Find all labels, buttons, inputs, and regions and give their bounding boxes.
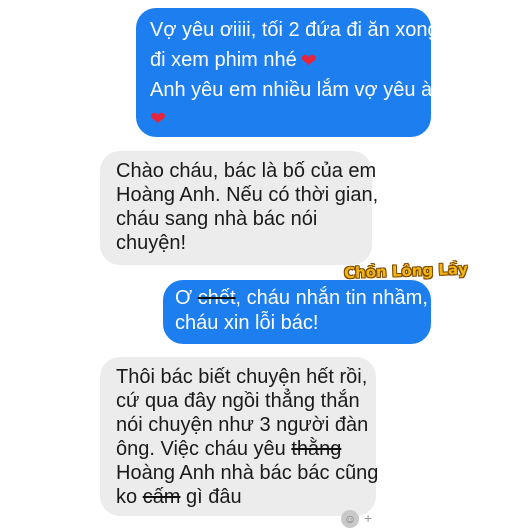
message-text: Ơ: [175, 287, 198, 309]
message-line: Hoàng Anh nhà bác bác cũng: [116, 462, 379, 484]
message-line: cháu sang nhà bác nói: [116, 208, 318, 230]
message-line: Vợ yêu ơiiii, tối 2 đứa đi ăn xong: [150, 19, 439, 41]
struck-word: cấm: [142, 486, 181, 508]
message-line: Thôi bác biết chuyện hết rồi,: [116, 366, 368, 388]
message-line: Chào cháu, bác là bố của em: [116, 160, 377, 182]
struck-word: thằng: [291, 438, 342, 460]
incoming-message-1: Chào cháu, bác là bố của em Hoàng Anh. N…: [100, 151, 379, 265]
emoji-reaction-icon[interactable]: ☺: [341, 510, 359, 528]
message-line: cháu xin lỗi bác!: [175, 312, 319, 334]
message-line: chuyện!: [116, 232, 187, 254]
heart-icon: ❤: [300, 51, 317, 72]
message-line: Hoàng Anh. Nếu có thời gian,: [116, 184, 379, 206]
message-line: nói chuyện như 3 người đàn: [116, 414, 369, 436]
outgoing-message-1: Vợ yêu ơiiii, tối 2 đứa đi ăn xong đi xe…: [136, 8, 439, 137]
message-text: , cháu nhắn tin nhầm,: [235, 287, 428, 309]
heart-icon: ❤: [150, 109, 166, 130]
watermark: Chồn Lông Lầy: [343, 259, 469, 283]
struck-word: chết: [197, 287, 236, 309]
add-reaction-icon[interactable]: +: [364, 510, 372, 526]
message-line: Anh yêu em nhiều lắm vợ yêu à: [150, 79, 433, 101]
incoming-message-2: Thôi bác biết chuyện hết rồi, cứ qua đây…: [100, 357, 379, 516]
message-text: ông. Việc cháu yêu: [116, 438, 292, 460]
message-text: gì đâu: [180, 486, 242, 508]
message-line: cứ qua đây ngồi thẳng thắn: [116, 390, 360, 412]
outgoing-message-2: Ơ chết, cháu nhắn tin nhầm, cháu xin lỗi…: [163, 280, 431, 344]
message-text: ko: [116, 486, 143, 508]
message-line: đi xem phim nhé: [150, 49, 297, 71]
